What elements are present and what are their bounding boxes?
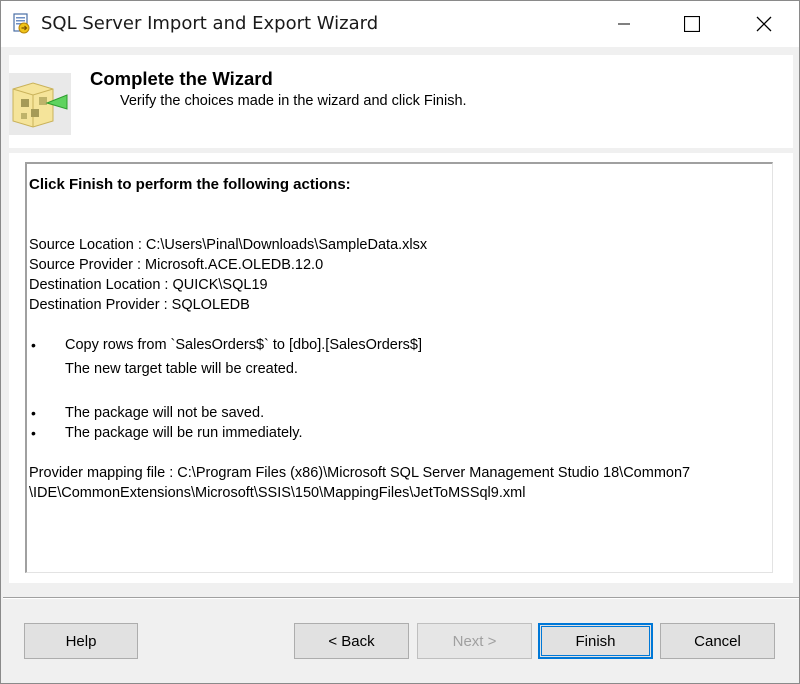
mapping-file-line-1: Provider mapping file : C:\Program Files… bbox=[29, 465, 691, 481]
package-wizard-icon bbox=[9, 73, 71, 135]
window-title: SQL Server Import and Export Wizard bbox=[41, 13, 379, 34]
maximize-button[interactable] bbox=[669, 1, 715, 47]
divider-highlight bbox=[3, 598, 799, 599]
package-run-immediately: The package will be run immediately. bbox=[65, 425, 303, 441]
minimize-button[interactable] bbox=[601, 1, 647, 47]
page-subtitle: Verify the choices made in the wizard an… bbox=[120, 93, 467, 109]
new-table-note: The new target table will be created. bbox=[65, 361, 298, 377]
destination-location: Destination Location : QUICK\SQL19 bbox=[29, 277, 268, 293]
finish-button[interactable]: Finish bbox=[538, 623, 653, 659]
wizard-header: Complete the Wizard Verify the choices m… bbox=[9, 55, 793, 148]
wizard-window: SQL Server Import and Export Wizard Comp… bbox=[0, 0, 800, 684]
bullet: • bbox=[31, 425, 36, 441]
next-button[interactable]: Next > bbox=[417, 623, 532, 659]
wizard-app-icon bbox=[12, 13, 32, 35]
cancel-button[interactable]: Cancel bbox=[660, 623, 775, 659]
help-button[interactable]: Help bbox=[24, 623, 138, 659]
bullet: • bbox=[31, 337, 36, 353]
bullet: • bbox=[31, 405, 36, 421]
minimize-icon bbox=[618, 18, 630, 30]
close-button[interactable] bbox=[741, 1, 787, 47]
title-bar[interactable]: SQL Server Import and Export Wizard bbox=[1, 1, 799, 47]
summary-heading: Click Finish to perform the following ac… bbox=[29, 176, 351, 193]
source-provider: Source Provider : Microsoft.ACE.OLEDB.12… bbox=[29, 257, 324, 273]
content-area: Click Finish to perform the following ac… bbox=[9, 153, 793, 583]
copy-rows-action: Copy rows from `SalesOrders$` to [dbo].[… bbox=[65, 337, 422, 353]
mapping-file-line-2: \IDE\CommonExtensions\Microsoft\SSIS\150… bbox=[29, 485, 526, 501]
source-location: Source Location : C:\Users\Pinal\Downloa… bbox=[29, 237, 428, 253]
maximize-icon bbox=[684, 16, 700, 32]
page-title: Complete the Wizard bbox=[90, 68, 273, 89]
back-button[interactable]: < Back bbox=[294, 623, 409, 659]
destination-provider: Destination Provider : SQLOLEDB bbox=[29, 297, 250, 313]
summary-textbox[interactable]: Click Finish to perform the following ac… bbox=[25, 162, 773, 573]
package-not-saved: The package will not be saved. bbox=[65, 405, 265, 421]
close-icon bbox=[756, 16, 772, 32]
